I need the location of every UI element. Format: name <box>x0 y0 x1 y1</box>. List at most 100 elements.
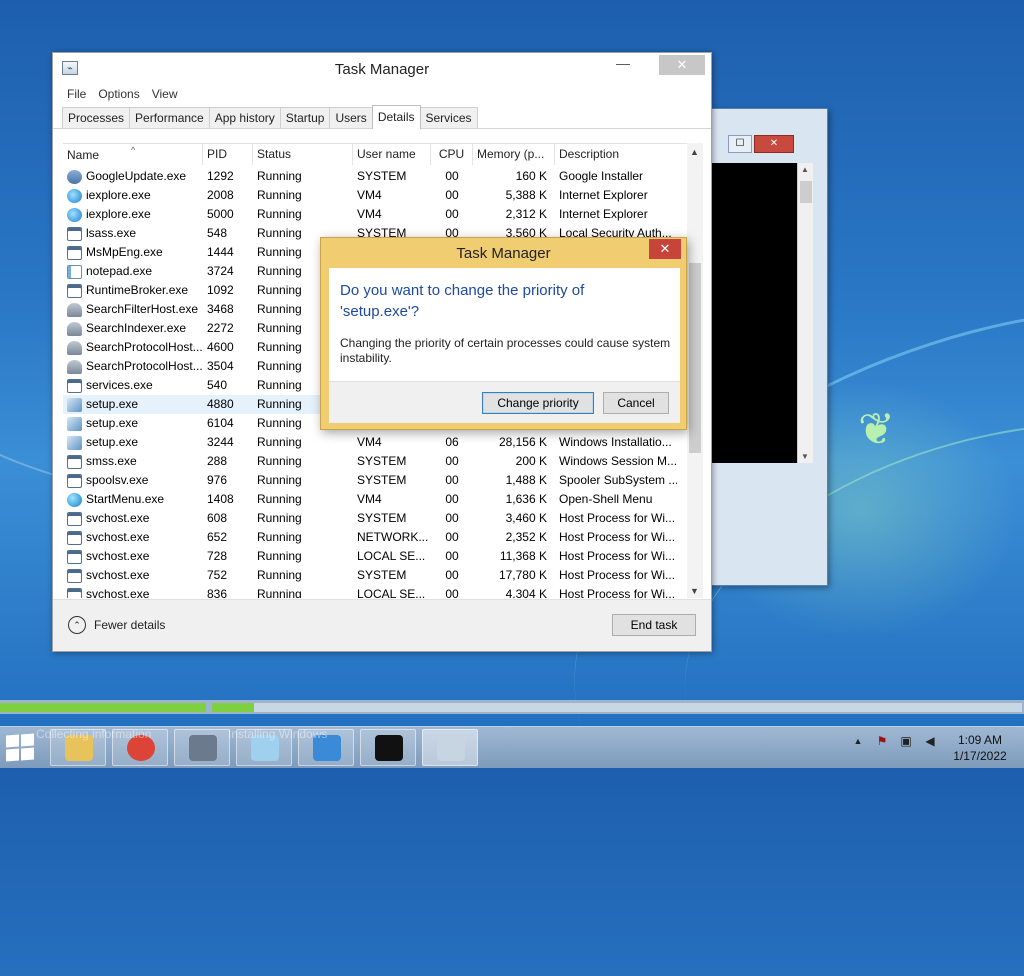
process-pid: 2272 <box>207 321 234 335</box>
process-user: VM4 <box>357 188 382 202</box>
start-button[interactable] <box>6 733 36 762</box>
process-pid: 1408 <box>207 492 234 506</box>
clock-time: 1:09 AM <box>957 733 1003 747</box>
dialog-title-bar[interactable]: Task Manager ✕ <box>321 238 686 268</box>
menu-options[interactable]: Options <box>98 87 139 101</box>
ie-process-icon <box>67 207 82 222</box>
taskbar-command-prompt-button[interactable] <box>360 729 416 766</box>
maximize-icon[interactable]: ☐ <box>728 135 752 153</box>
minimize-button[interactable]: — <box>609 55 637 75</box>
process-description: Windows Installatio... <box>559 435 672 449</box>
table-row[interactable]: GoogleUpdate.exe 1292 Running SYSTEM 00 160 K… <box>63 167 687 186</box>
column-description[interactable]: Description <box>555 144 677 165</box>
dialog-content-text: Changing the priority of certain process… <box>340 336 671 365</box>
vertical-scrollbar[interactable]: ▲ ▼ <box>687 143 703 598</box>
process-name: iexplore.exe <box>63 186 203 205</box>
column-status[interactable]: Status <box>253 144 353 165</box>
cancel-button[interactable]: Cancel <box>603 392 669 414</box>
taskbar-setup-app-button[interactable] <box>174 729 230 766</box>
network-icon[interactable]: ▣ <box>898 733 914 749</box>
scroll-down-icon[interactable]: ▼ <box>690 586 699 596</box>
scroll-up-icon[interactable]: ▲ <box>801 165 809 174</box>
scroll-thumb[interactable] <box>800 181 812 203</box>
vertical-scrollbar[interactable]: ▲ ▼ <box>797 163 813 463</box>
column-memory[interactable]: Memory (p... <box>473 144 555 165</box>
process-name: svchost.exe <box>63 566 203 585</box>
table-row[interactable]: svchost.exe 836 Running LOCAL SE... 00 4,304 … <box>63 585 687 598</box>
process-name: SearchIndexer.exe <box>63 319 203 338</box>
table-row[interactable]: svchost.exe 608 Running SYSTEM 00 3,460 K Host… <box>63 509 687 528</box>
tab-app-history[interactable]: App history <box>208 107 281 128</box>
change-priority-dialog: Task Manager ✕ Do you want to change the… <box>320 237 687 430</box>
console-area[interactable] <box>711 163 797 463</box>
process-cpu: 00 <box>445 587 459 598</box>
fewer-details-button[interactable]: ⌃ Fewer details <box>68 616 165 634</box>
process-pid: 3244 <box>207 435 234 449</box>
process-memory: 3,460 K <box>505 511 547 525</box>
action-center-flag-icon[interactable]: ⚑ <box>874 733 890 749</box>
change-priority-button[interactable]: Change priority <box>482 392 594 414</box>
background-console-window[interactable]: ☐ ✕ ▲ ▼ <box>700 108 828 586</box>
menu-file[interactable]: File <box>67 87 86 101</box>
process-user: SYSTEM <box>357 169 407 183</box>
scroll-up-icon[interactable]: ▲ <box>690 147 699 157</box>
process-name-label: RuntimeBroker.exe <box>86 283 189 297</box>
process-memory: 4,304 K <box>505 587 547 598</box>
user-process-icon <box>67 359 82 374</box>
menu-bar: File Options View <box>53 83 711 105</box>
exe-process-icon <box>67 245 82 260</box>
scroll-thumb[interactable] <box>689 263 701 453</box>
table-row[interactable]: spoolsv.exe 976 Running SYSTEM 00 1,488 K Spoo… <box>63 471 687 490</box>
process-pid: 4600 <box>207 340 234 354</box>
setup-process-icon <box>67 416 82 431</box>
volume-icon[interactable]: ◀ <box>922 733 938 749</box>
exe-process-icon <box>67 454 82 469</box>
column-cpu[interactable]: CPU <box>431 144 473 165</box>
table-row[interactable]: setup.exe 3244 Running VM4 06 28,156 K Windows… <box>63 433 687 452</box>
process-memory: 5,388 K <box>505 188 547 202</box>
tab-performance[interactable]: Performance <box>129 107 210 128</box>
process-status: Running <box>257 188 302 202</box>
end-task-button[interactable]: End task <box>612 614 696 636</box>
user-process-icon <box>67 321 82 336</box>
tab-users[interactable]: Users <box>329 107 373 128</box>
process-name-label: MsMpEng.exe <box>86 245 163 259</box>
table-row[interactable]: iexplore.exe 2008 Running VM4 00 5,388 K Inter… <box>63 186 687 205</box>
column-name[interactable]: Name ^ <box>63 144 203 165</box>
process-pid: 652 <box>207 530 228 544</box>
process-cpu: 00 <box>445 207 459 221</box>
tab-services[interactable]: Services <box>419 107 478 128</box>
process-name: svchost.exe <box>63 509 203 528</box>
table-row[interactable]: iexplore.exe 5000 Running VM4 00 2,312 K Inter… <box>63 205 687 224</box>
menu-view[interactable]: View <box>152 87 178 101</box>
process-memory: 2,312 K <box>505 207 547 221</box>
column-user-name[interactable]: User name <box>353 144 431 165</box>
close-button[interactable]: ✕ <box>659 55 705 75</box>
progress-label-installing: Installing Windows <box>228 727 328 741</box>
process-name-label: lsass.exe <box>86 226 137 240</box>
show-hidden-icons-icon[interactable]: ▲ <box>850 733 866 749</box>
table-row[interactable]: svchost.exe 652 Running NETWORK... 00 2,352 K… <box>63 528 687 547</box>
scroll-down-icon[interactable]: ▼ <box>801 452 809 461</box>
close-icon[interactable]: ✕ <box>754 135 794 153</box>
title-bar[interactable]: ⌁ Task Manager — ✕ <box>53 53 711 83</box>
dialog-close-button[interactable]: ✕ <box>649 239 681 259</box>
process-pid: 836 <box>207 587 228 598</box>
process-pid: 548 <box>207 226 228 240</box>
table-row[interactable]: smss.exe 288 Running SYSTEM 00 200 K Windows S… <box>63 452 687 471</box>
exe-process-icon <box>67 378 82 393</box>
process-user: LOCAL SE... <box>357 549 426 563</box>
tab-startup[interactable]: Startup <box>279 107 331 128</box>
process-cpu: 06 <box>445 435 459 449</box>
table-row[interactable]: StartMenu.exe 1408 Running VM4 00 1,636 K Open… <box>63 490 687 509</box>
tab-details[interactable]: Details <box>371 105 421 129</box>
process-status: Running <box>257 587 302 598</box>
clock[interactable]: 1:09 AM 1/17/2022 <box>944 732 1016 764</box>
table-row[interactable]: svchost.exe 752 Running SYSTEM 00 17,780 K Hos… <box>63 566 687 585</box>
column-pid[interactable]: PID <box>203 144 253 165</box>
process-memory: 11,368 K <box>499 549 547 563</box>
process-pid: 3504 <box>207 359 234 373</box>
table-row[interactable]: svchost.exe 728 Running LOCAL SE... 00 11,368… <box>63 547 687 566</box>
taskbar-task-manager-button[interactable] <box>422 729 478 766</box>
tab-processes[interactable]: Processes <box>62 107 131 128</box>
